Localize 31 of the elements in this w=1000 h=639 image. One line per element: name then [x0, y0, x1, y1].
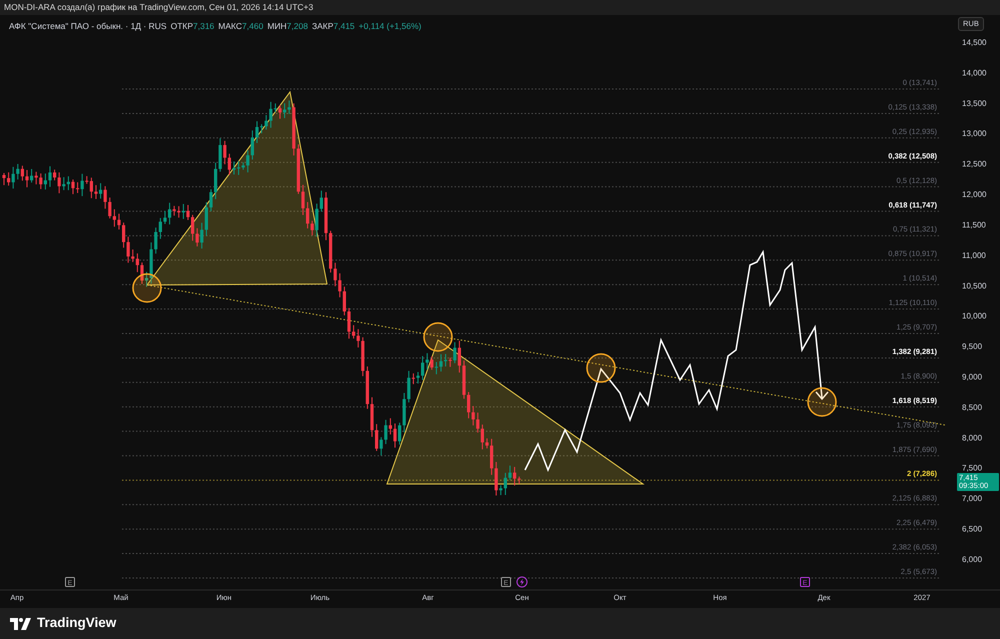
circle-marker — [132, 273, 162, 303]
price-axis-label: 9,000 — [962, 372, 982, 382]
logo-icon — [10, 618, 32, 630]
price-axis-label: 11,500 — [962, 220, 986, 230]
circle-marker — [423, 322, 453, 352]
price-axis-label: 14,500 — [962, 38, 986, 47]
ohlc-value: ОТКР7,316 — [170, 20, 214, 33]
brand-name: TradingView — [37, 614, 116, 632]
price-axis-label: 8,000 — [962, 433, 982, 442]
price-axis-label: 10,500 — [962, 281, 986, 290]
price-axis-label: 10,000 — [962, 312, 986, 321]
price-axis-label: 7,000 — [962, 494, 982, 504]
circle-marker — [586, 353, 616, 383]
price-axis-label: 13,000 — [962, 129, 986, 138]
price-change: +0,114 (+1,56%) — [358, 20, 422, 33]
ohlc-value: МАКС7,460 — [218, 20, 264, 33]
lightning-icon[interactable] — [516, 576, 528, 588]
symbol-name: АФК "Система" ПАО - обыкн. · 1Д · RUS — [9, 20, 167, 33]
ohlc-value: МИН7,208 — [267, 20, 308, 33]
price-axis-label: 13,500 — [962, 98, 986, 108]
price-axis-label: 6,500 — [962, 524, 982, 534]
price-axis-label: 12,500 — [962, 160, 986, 169]
circle-marker — [807, 387, 837, 417]
price-axis-label: 12,000 — [962, 190, 986, 200]
price-axis-label: 14,000 — [962, 68, 986, 78]
ohlc-value: ЗАКР7,415 — [312, 20, 355, 33]
price-axis-label: 8,500 — [962, 402, 982, 412]
price-axis-label: 7,500 — [962, 464, 982, 473]
price-axis-label: 6,000 — [962, 554, 982, 564]
price-axis-label: 9,500 — [962, 342, 982, 352]
price-axis-label: 11,000 — [962, 250, 986, 260]
